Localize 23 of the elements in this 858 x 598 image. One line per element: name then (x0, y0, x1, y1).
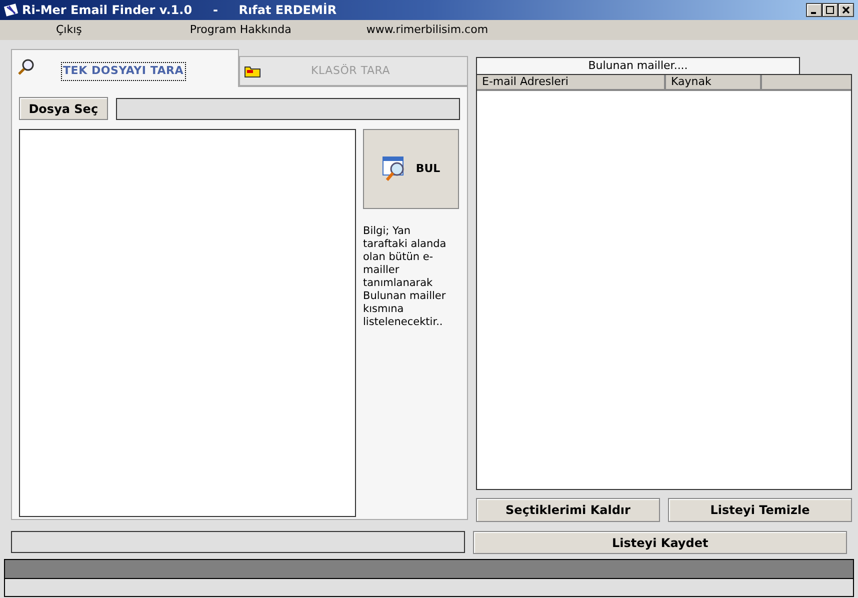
folder-icon (244, 64, 261, 78)
column-header[interactable]: Kaynak (666, 75, 762, 91)
file-path-field[interactable] (116, 98, 460, 120)
results-label: Bulunan mailler.... (476, 57, 800, 74)
menu-item[interactable]: Çıkış (56, 22, 82, 38)
tab[interactable]: TEK DOSYAYI TARA (11, 49, 239, 87)
magnifier-icon (17, 58, 35, 76)
info-text: Bilgi; Yan taraftaki alanda olan bütün e-mailler tanımlanarak Bulunan mailler kısmına listelenecektir.. (363, 225, 448, 329)
list-button[interactable]: Listeyi Temizle (668, 498, 852, 522)
maximize-icon (826, 6, 834, 14)
window-title: Ri-Mer Email Finder v.1.0 - Rıfat ERDEMİR (22, 2, 337, 19)
menu-item[interactable]: www.rimerbilisim.com (366, 22, 488, 38)
maximize-button[interactable] (822, 3, 838, 17)
save-list-button[interactable]: Listeyi Kaydet (473, 531, 847, 554)
find-button[interactable]: BUL (363, 129, 459, 209)
close-icon (842, 6, 850, 14)
select-file-button[interactable]: Dosya Seç (19, 97, 108, 120)
minimize-button[interactable] (806, 3, 822, 17)
close-button[interactable] (838, 3, 854, 17)
column-header[interactable]: E-mail Adresleri (477, 75, 666, 91)
list-button[interactable]: Seçtiklerimi Kaldır (476, 498, 660, 522)
app-icon (4, 3, 18, 17)
menu-item[interactable]: Program Hakkında (190, 22, 292, 38)
